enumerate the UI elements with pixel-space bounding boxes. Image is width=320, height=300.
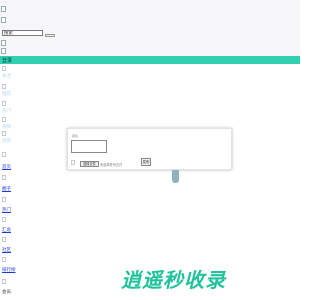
header-bar: 登录 (0, 56, 300, 64)
site-watermark-logo: 逍遥秒收录 (121, 268, 226, 292)
nav-image-icon (2, 117, 6, 122)
comment-textarea[interactable] (71, 140, 107, 153)
sidebar-item-recommend[interactable]: 推荐 (2, 91, 11, 97)
nav-image-icon (2, 257, 6, 262)
nav-image-icon (2, 217, 6, 222)
nav-image-icon (2, 152, 6, 157)
nav-image-icon (2, 84, 6, 89)
attachment-icon (71, 160, 75, 165)
nav-image-icon (2, 66, 6, 71)
sidebar-item-trending[interactable]: 热门 (2, 207, 11, 213)
nav-image-icon (2, 237, 6, 242)
sidebar-item-hot[interactable]: 热门 (2, 108, 11, 114)
sidebar-item-ranking[interactable]: 排行榜 (2, 267, 16, 273)
choose-file-button[interactable]: 选择文件 (80, 161, 99, 167)
sidebar-item-message[interactable]: 消息 (2, 138, 11, 144)
sidebar-item-summary[interactable]: 汇总 (2, 227, 11, 233)
file-status-text: 未选择任何文件 (100, 163, 123, 167)
sidebar-item-member[interactable]: 会员 (2, 289, 11, 295)
comment-dialog: 评论 选择文件 未选择任何文件 发布 (67, 128, 232, 170)
sidebar-item-community[interactable]: 社区 (2, 247, 11, 253)
submit-button[interactable]: 发布 (141, 158, 151, 166)
sidebar-item-home[interactable]: 首页 (2, 164, 11, 170)
login-link[interactable]: 登录 (2, 57, 12, 64)
user-image-icon (1, 48, 6, 54)
bookmark-pin-icon (172, 170, 179, 183)
sidebar-item-video[interactable]: 视频 (2, 124, 11, 130)
sidebar-item-follow[interactable]: 关注 (2, 73, 11, 79)
sidebar-item-circle[interactable]: 圈子 (2, 186, 11, 192)
nav-image-icon (2, 101, 6, 106)
nav-image-icon (2, 131, 6, 136)
logo-image-icon (1, 6, 6, 12)
menu-image-icon (1, 40, 6, 46)
search-button[interactable] (45, 34, 55, 37)
nav-image-icon (2, 197, 6, 202)
banner-image-icon (1, 17, 6, 23)
nav-image-icon (2, 279, 6, 284)
search-input[interactable] (2, 30, 43, 36)
dialog-title: 评论 (72, 134, 79, 138)
top-bar (0, 0, 300, 56)
nav-image-icon (2, 175, 6, 180)
